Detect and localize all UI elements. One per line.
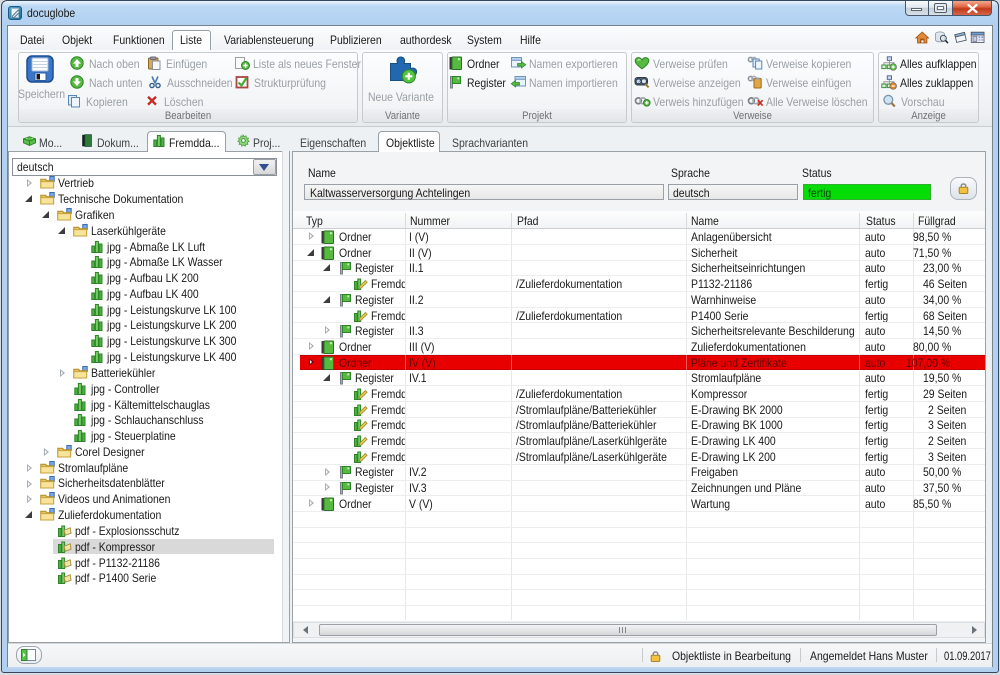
svg-text:?: ? [637,78,641,85]
